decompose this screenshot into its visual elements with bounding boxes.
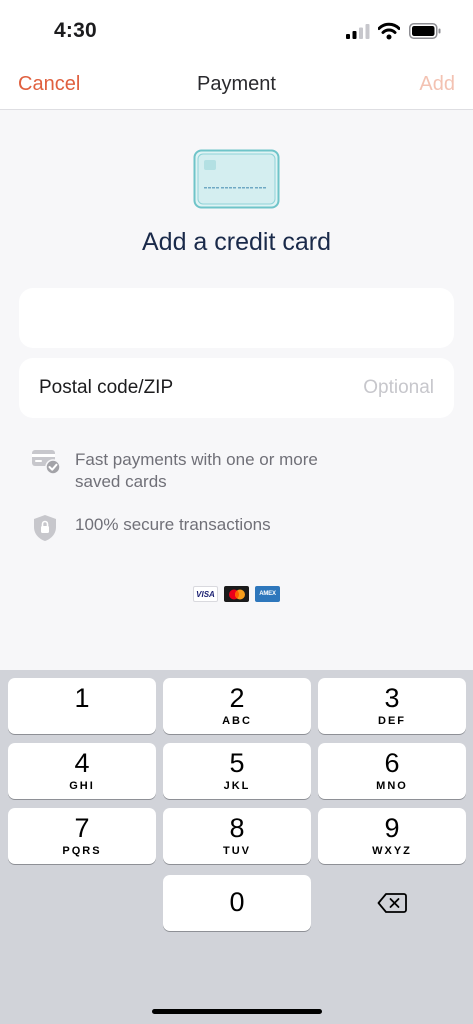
key-digit: 7 [74,813,90,843]
cancel-button[interactable]: Cancel [18,73,80,96]
key-9[interactable]: 9 WXYZ [318,808,466,864]
key-digit: 5 [229,748,245,778]
key-letters: JKL [223,780,251,792]
navigation-bar: Cancel Payment Add [0,62,473,110]
amex-logo: AMEX [255,586,280,602]
benefit-secure-transactions: 100% secure transactions [32,514,271,544]
key-digit: 4 [74,748,90,778]
key-3[interactable]: 3 DEF [318,678,466,734]
add-button[interactable]: Add [419,73,455,96]
postal-code-label: Postal code/ZIP [39,377,174,398]
mastercard-circles-icon [228,589,245,599]
mastercard-logo [224,586,249,602]
key-letters: ABC [222,715,252,727]
visa-logo-text: VISA [196,589,215,599]
key-digit: 3 [384,683,400,713]
add-credit-card-heading: Add a credit card [142,228,331,256]
shield-lock-icon [34,515,56,541]
key-6[interactable]: 6 MNO [318,743,466,799]
home-indicator [152,1009,322,1014]
card-check-icon [32,450,61,475]
wifi-icon [378,22,400,40]
benefit-fast-payments-text: Fast payments with one or more saved car… [75,450,318,491]
key-4[interactable]: 4 GHI [8,743,156,799]
key-letters: DEF [378,715,406,727]
postal-code-input[interactable] [274,372,434,404]
cellular-signal-icon [346,24,370,39]
key-digit: 0 [229,887,245,917]
visa-logo: VISA [193,586,218,602]
key-letters: GHI [69,780,95,792]
key-digit: 8 [229,813,245,843]
key-digit: 1 [74,683,90,713]
benefit-secure-transactions-text: 100% secure transactions [75,515,271,534]
key-5[interactable]: 5 JKL [163,743,311,799]
benefit-fast-payments: Fast payments with one or more saved car… [32,449,362,493]
numeric-keypad: 1 2 ABC 3 DEF 4 GHI 5 JKL 6 MNO 7 PQRS 8… [0,670,473,1024]
key-1[interactable]: 1 [8,678,156,734]
delete-key[interactable] [318,875,466,931]
key-0[interactable]: 0 [163,875,311,931]
key-2[interactable]: 2 ABC [163,678,311,734]
accepted-cards: VISA AMEX [193,586,280,602]
key-8[interactable]: 8 TUV [163,808,311,864]
key-letters: PQRS [62,845,102,857]
status-time: 4:30 [54,19,97,42]
key-letters: WXYZ [372,845,412,857]
postal-code-field[interactable]: Postal code/ZIP [19,358,454,418]
key-letters: MNO [376,780,408,792]
key-digit: 6 [384,748,400,778]
backspace-icon [377,893,407,913]
key-digit: 2 [229,683,245,713]
status-bar: 4:30 [0,0,473,62]
card-number-field[interactable] [19,288,454,348]
amex-logo-text: AMEX [259,591,276,597]
key-7[interactable]: 7 PQRS [8,808,156,864]
key-letters: TUV [223,845,251,857]
credit-card-illustration-icon [193,149,280,209]
key-digit: 9 [384,813,400,843]
battery-icon [409,23,441,39]
